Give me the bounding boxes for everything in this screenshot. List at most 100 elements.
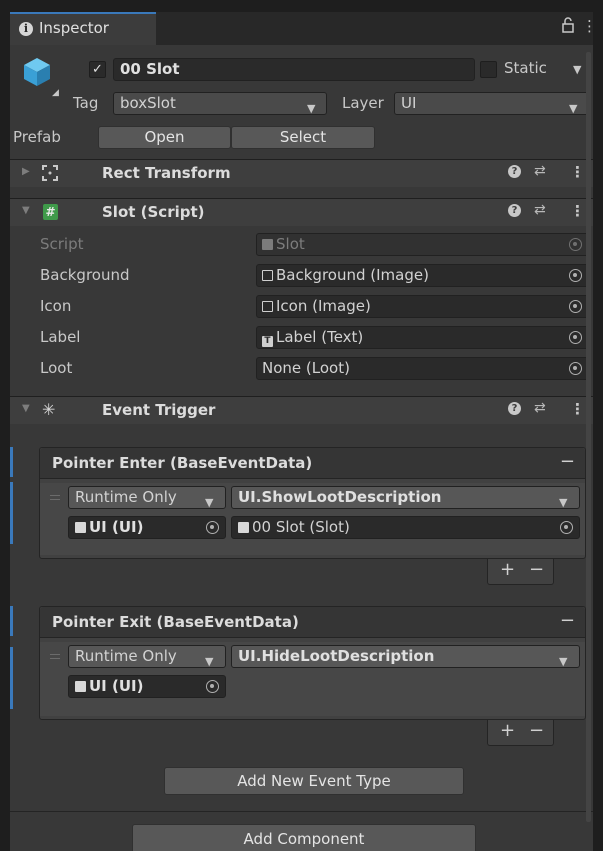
chevron-down-icon: ▼	[205, 655, 214, 668]
event-trigger-header[interactable]: ▼ ✳ Event Trigger ? ⇄ ⋮	[10, 396, 593, 424]
chevron-down-icon: ▼	[205, 496, 214, 509]
event-trigger-icon: ✳	[42, 400, 56, 419]
component-menu-icon[interactable]: ⋮	[570, 202, 585, 220]
object-picker-icon[interactable]	[569, 269, 582, 282]
active-checkbox[interactable]: ✓	[89, 61, 106, 78]
fold-down-icon[interactable]: ▼	[22, 205, 30, 216]
slot-script-header[interactable]: ▼ # Slot (Script) ? ⇄ ⋮	[10, 198, 593, 226]
remove-event-button[interactable]: −	[560, 451, 575, 472]
object-picker-icon[interactable]	[569, 300, 582, 313]
background-field-value: Background (Image)	[276, 266, 429, 284]
loot-field[interactable]: None (Loot)	[256, 357, 589, 380]
runtime-value: Runtime Only	[75, 488, 177, 506]
prefab-label: Prefab	[13, 128, 61, 146]
lock-icon[interactable]	[561, 17, 575, 37]
add-listener-button[interactable]: +	[500, 559, 515, 580]
event-listener-row: Runtime Only ▼ UI.HideLootDescription ▼ …	[40, 642, 585, 716]
drag-handle-icon[interactable]	[50, 654, 60, 659]
static-label: Static	[504, 59, 547, 77]
component-menu-icon[interactable]: ⋮	[570, 163, 585, 181]
image-icon	[262, 270, 273, 281]
inspector-panel: i Inspector ⋮ ◢ ✓ 00 Slot Static ▼ Tag b…	[10, 12, 593, 851]
rect-transform-icon	[42, 165, 58, 185]
add-new-event-type-button[interactable]: Add New Event Type	[164, 767, 464, 795]
function-dropdown[interactable]: UI.ShowLootDescription ▼	[231, 486, 580, 509]
rect-transform-header[interactable]: ▶ Rect Transform ? ⇄ ⋮	[10, 159, 593, 187]
object-name-field[interactable]: 00 Slot	[113, 58, 475, 81]
object-picker-icon[interactable]	[569, 362, 582, 375]
field-label-background: Background	[40, 266, 130, 284]
field-label-script: Script	[40, 235, 84, 253]
preset-icon[interactable]: ⇄	[534, 400, 546, 416]
runtime-dropdown[interactable]: Runtime Only ▼	[68, 486, 226, 509]
tab-label: Inspector	[39, 19, 109, 37]
selection-indicator	[10, 447, 13, 477]
target-value: UI (UI)	[89, 518, 144, 536]
tab-bar: i Inspector ⋮	[10, 12, 593, 45]
static-dropdown-icon[interactable]: ▼	[573, 63, 581, 76]
scrollbar[interactable]	[586, 52, 591, 822]
help-icon[interactable]: ?	[508, 204, 521, 217]
object-picker-icon[interactable]	[569, 331, 582, 344]
event-pointer-enter: Pointer Enter (BaseEventData) − Runtime …	[39, 447, 586, 559]
tab-inspector[interactable]: i Inspector	[10, 12, 156, 45]
listener-add-remove: + −	[487, 720, 554, 746]
event-title: Pointer Exit (BaseEventData)	[52, 613, 299, 631]
background-field[interactable]: Background (Image)	[256, 264, 589, 287]
label-field[interactable]: T Label (Text)	[256, 326, 589, 349]
object-picker-icon[interactable]	[206, 680, 219, 693]
component-menu-icon[interactable]: ⋮	[570, 400, 585, 418]
preset-icon[interactable]: ⇄	[534, 163, 546, 179]
object-picker-icon[interactable]	[560, 521, 573, 534]
tag-label: Tag	[73, 94, 99, 112]
listener-add-remove: + −	[487, 559, 554, 585]
fold-right-icon[interactable]: ▶	[22, 166, 30, 177]
chevron-down-icon: ▼	[569, 102, 578, 115]
target-object-field[interactable]: UI (UI)	[68, 516, 226, 539]
tag-value: boxSlot	[120, 94, 176, 112]
field-label-icon: Icon	[40, 297, 72, 315]
icon-field[interactable]: Icon (Image)	[256, 295, 589, 318]
static-checkbox[interactable]	[480, 61, 497, 78]
selection-indicator	[10, 647, 13, 709]
help-icon[interactable]: ?	[508, 402, 521, 415]
text-icon: T	[262, 336, 273, 347]
gameobject-icon-dropdown[interactable]: ◢	[52, 88, 59, 98]
argument-object-field[interactable]: 00 Slot (Slot)	[231, 516, 580, 539]
tag-dropdown[interactable]: boxSlot ▼	[113, 92, 327, 115]
event-title: Pointer Enter (BaseEventData)	[52, 454, 313, 472]
add-listener-button[interactable]: +	[500, 720, 515, 741]
script-file-icon	[75, 681, 86, 692]
gameobject-icon[interactable]	[22, 56, 52, 92]
tab-menu-icon[interactable]: ⋮	[582, 17, 593, 35]
prefab-open-button[interactable]: Open	[98, 126, 231, 149]
chevron-down-icon: ▼	[559, 655, 568, 668]
function-value: UI.HideLootDescription	[238, 647, 435, 665]
preset-icon[interactable]: ⇄	[534, 202, 546, 218]
event-header: Pointer Exit (BaseEventData) −	[40, 607, 585, 638]
event-listener-row: Runtime Only ▼ UI.ShowLootDescription ▼ …	[40, 483, 585, 555]
rect-transform-title: Rect Transform	[102, 164, 231, 182]
selection-indicator	[10, 606, 13, 636]
fold-down-icon[interactable]: ▼	[22, 403, 30, 414]
script-icon: #	[43, 204, 58, 220]
layer-value: UI	[401, 94, 417, 112]
target-object-field[interactable]: UI (UI)	[68, 675, 226, 698]
function-dropdown[interactable]: UI.HideLootDescription ▼	[231, 645, 580, 668]
layer-dropdown[interactable]: UI ▼	[394, 92, 589, 115]
field-label-label: Label	[40, 328, 81, 346]
field-label-loot: Loot	[40, 359, 73, 377]
drag-handle-icon[interactable]	[50, 495, 60, 500]
prefab-select-button[interactable]: Select	[231, 126, 375, 149]
remove-listener-button[interactable]: −	[529, 559, 544, 580]
slot-script-title: Slot (Script)	[102, 203, 205, 221]
runtime-dropdown[interactable]: Runtime Only ▼	[68, 645, 226, 668]
layer-label: Layer	[342, 94, 384, 112]
add-component-button[interactable]: Add Component	[132, 824, 476, 851]
object-picker-icon[interactable]	[206, 521, 219, 534]
help-icon[interactable]: ?	[508, 165, 521, 178]
remove-event-button[interactable]: −	[560, 610, 575, 631]
remove-listener-button[interactable]: −	[529, 720, 544, 741]
function-value: UI.ShowLootDescription	[238, 488, 442, 506]
script-field-value: Slot	[276, 235, 305, 253]
